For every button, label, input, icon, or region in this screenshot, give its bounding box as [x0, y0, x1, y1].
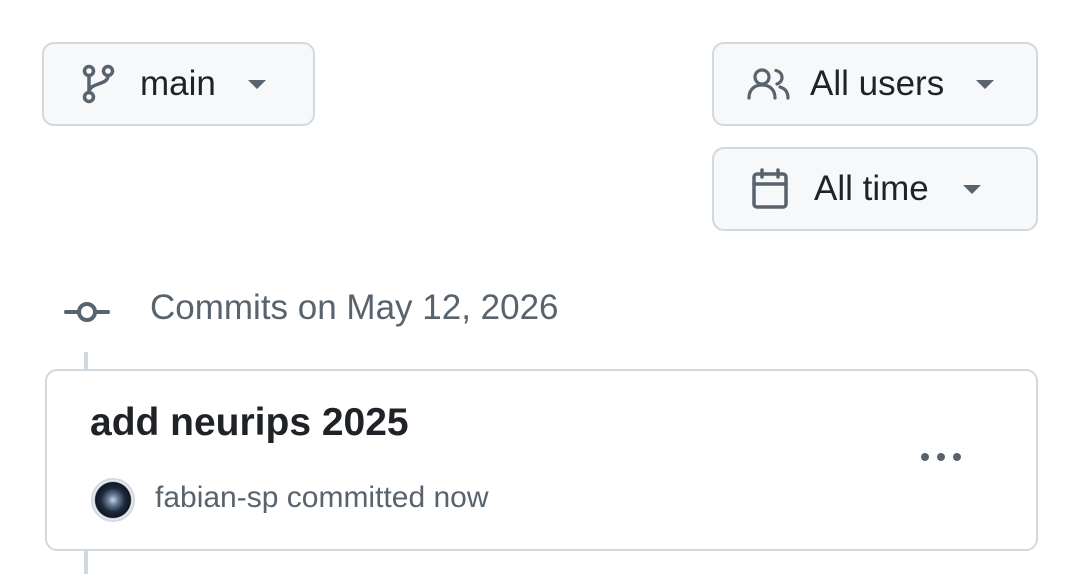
git-commit-icon	[64, 297, 110, 327]
commit-group-heading: Commits on May 12, 2026	[150, 288, 559, 327]
author-link[interactable]: fabian-sp	[155, 481, 278, 514]
commit-meta: fabian-sp committed now	[155, 481, 489, 515]
chevron-down-icon	[247, 79, 266, 89]
kebab-horizontal-icon	[920, 449, 962, 467]
git-branch-icon	[78, 64, 118, 104]
time-filter-label: All time	[814, 169, 929, 208]
more-options-button[interactable]	[916, 443, 966, 473]
branch-selector-button[interactable]: main	[42, 42, 315, 126]
time-filter-button[interactable]: All time	[712, 147, 1038, 231]
chevron-down-icon	[962, 184, 981, 194]
commit-time: now	[433, 481, 489, 514]
avatar[interactable]	[91, 478, 135, 522]
calendar-icon	[750, 168, 790, 210]
commit-card: add neurips 2025 fabian-sp committed now	[45, 369, 1038, 551]
people-icon	[746, 67, 792, 101]
users-filter-button[interactable]: All users	[712, 42, 1038, 126]
commit-title-link[interactable]: add neurips 2025	[90, 401, 409, 445]
users-filter-label: All users	[810, 64, 945, 103]
branch-label: main	[140, 64, 216, 103]
chevron-down-icon	[976, 79, 995, 89]
commit-action: committed	[286, 481, 426, 514]
